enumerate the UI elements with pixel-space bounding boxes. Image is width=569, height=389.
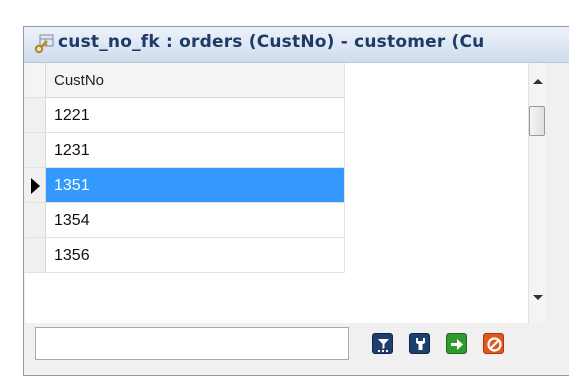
table-row[interactable]: 1221 (25, 98, 345, 133)
table-row[interactable]: 1231 (25, 133, 345, 168)
row-indicator[interactable] (25, 203, 46, 238)
scroll-up-icon[interactable] (533, 79, 543, 84)
current-row-arrow-icon (31, 178, 40, 194)
custno-cell[interactable]: 1351 (46, 168, 345, 203)
key-icon (416, 338, 425, 350)
custno-cell[interactable]: 1354 (46, 203, 345, 238)
table-row[interactable]: 1354 (25, 203, 345, 238)
filter-icon (378, 339, 389, 352)
key-button[interactable] (409, 333, 430, 354)
window-title: cust_no_fk : orders (CustNo) - customer … (58, 32, 485, 52)
cancel-button[interactable] (483, 333, 504, 354)
relation-key-icon (33, 34, 55, 56)
filter-input[interactable] (35, 327, 349, 360)
cancel-icon (487, 337, 502, 352)
header-indicator (25, 63, 46, 98)
row-indicator[interactable] (25, 133, 46, 168)
column-header-custno[interactable]: CustNo (46, 63, 345, 98)
ok-button[interactable] (446, 333, 467, 354)
row-indicator[interactable] (25, 98, 46, 133)
custno-cell[interactable]: 1231 (46, 133, 345, 168)
table-row[interactable]: 1356 (25, 238, 345, 273)
lookup-grid[interactable]: CustNo 1221 1231 1351 1354 1356 (25, 63, 546, 323)
title-bar: cust_no_fk : orders (CustNo) - customer … (24, 27, 569, 63)
scroll-down-icon[interactable] (533, 295, 543, 300)
lookup-popup: cust_no_fk : orders (CustNo) - customer … (23, 26, 569, 376)
custno-cell[interactable]: 1221 (46, 98, 345, 133)
table-row-selected[interactable]: 1351 (25, 168, 345, 203)
scroll-thumb[interactable] (529, 106, 545, 136)
footer-toolbar (24, 323, 569, 375)
row-indicator[interactable] (25, 238, 46, 273)
grid-header-row: CustNo (25, 63, 345, 98)
filter-button[interactable] (372, 333, 393, 354)
custno-cell[interactable]: 1356 (46, 238, 345, 273)
arrow-right-icon (451, 339, 463, 350)
vertical-scrollbar[interactable] (528, 63, 546, 323)
row-indicator[interactable] (25, 168, 46, 203)
